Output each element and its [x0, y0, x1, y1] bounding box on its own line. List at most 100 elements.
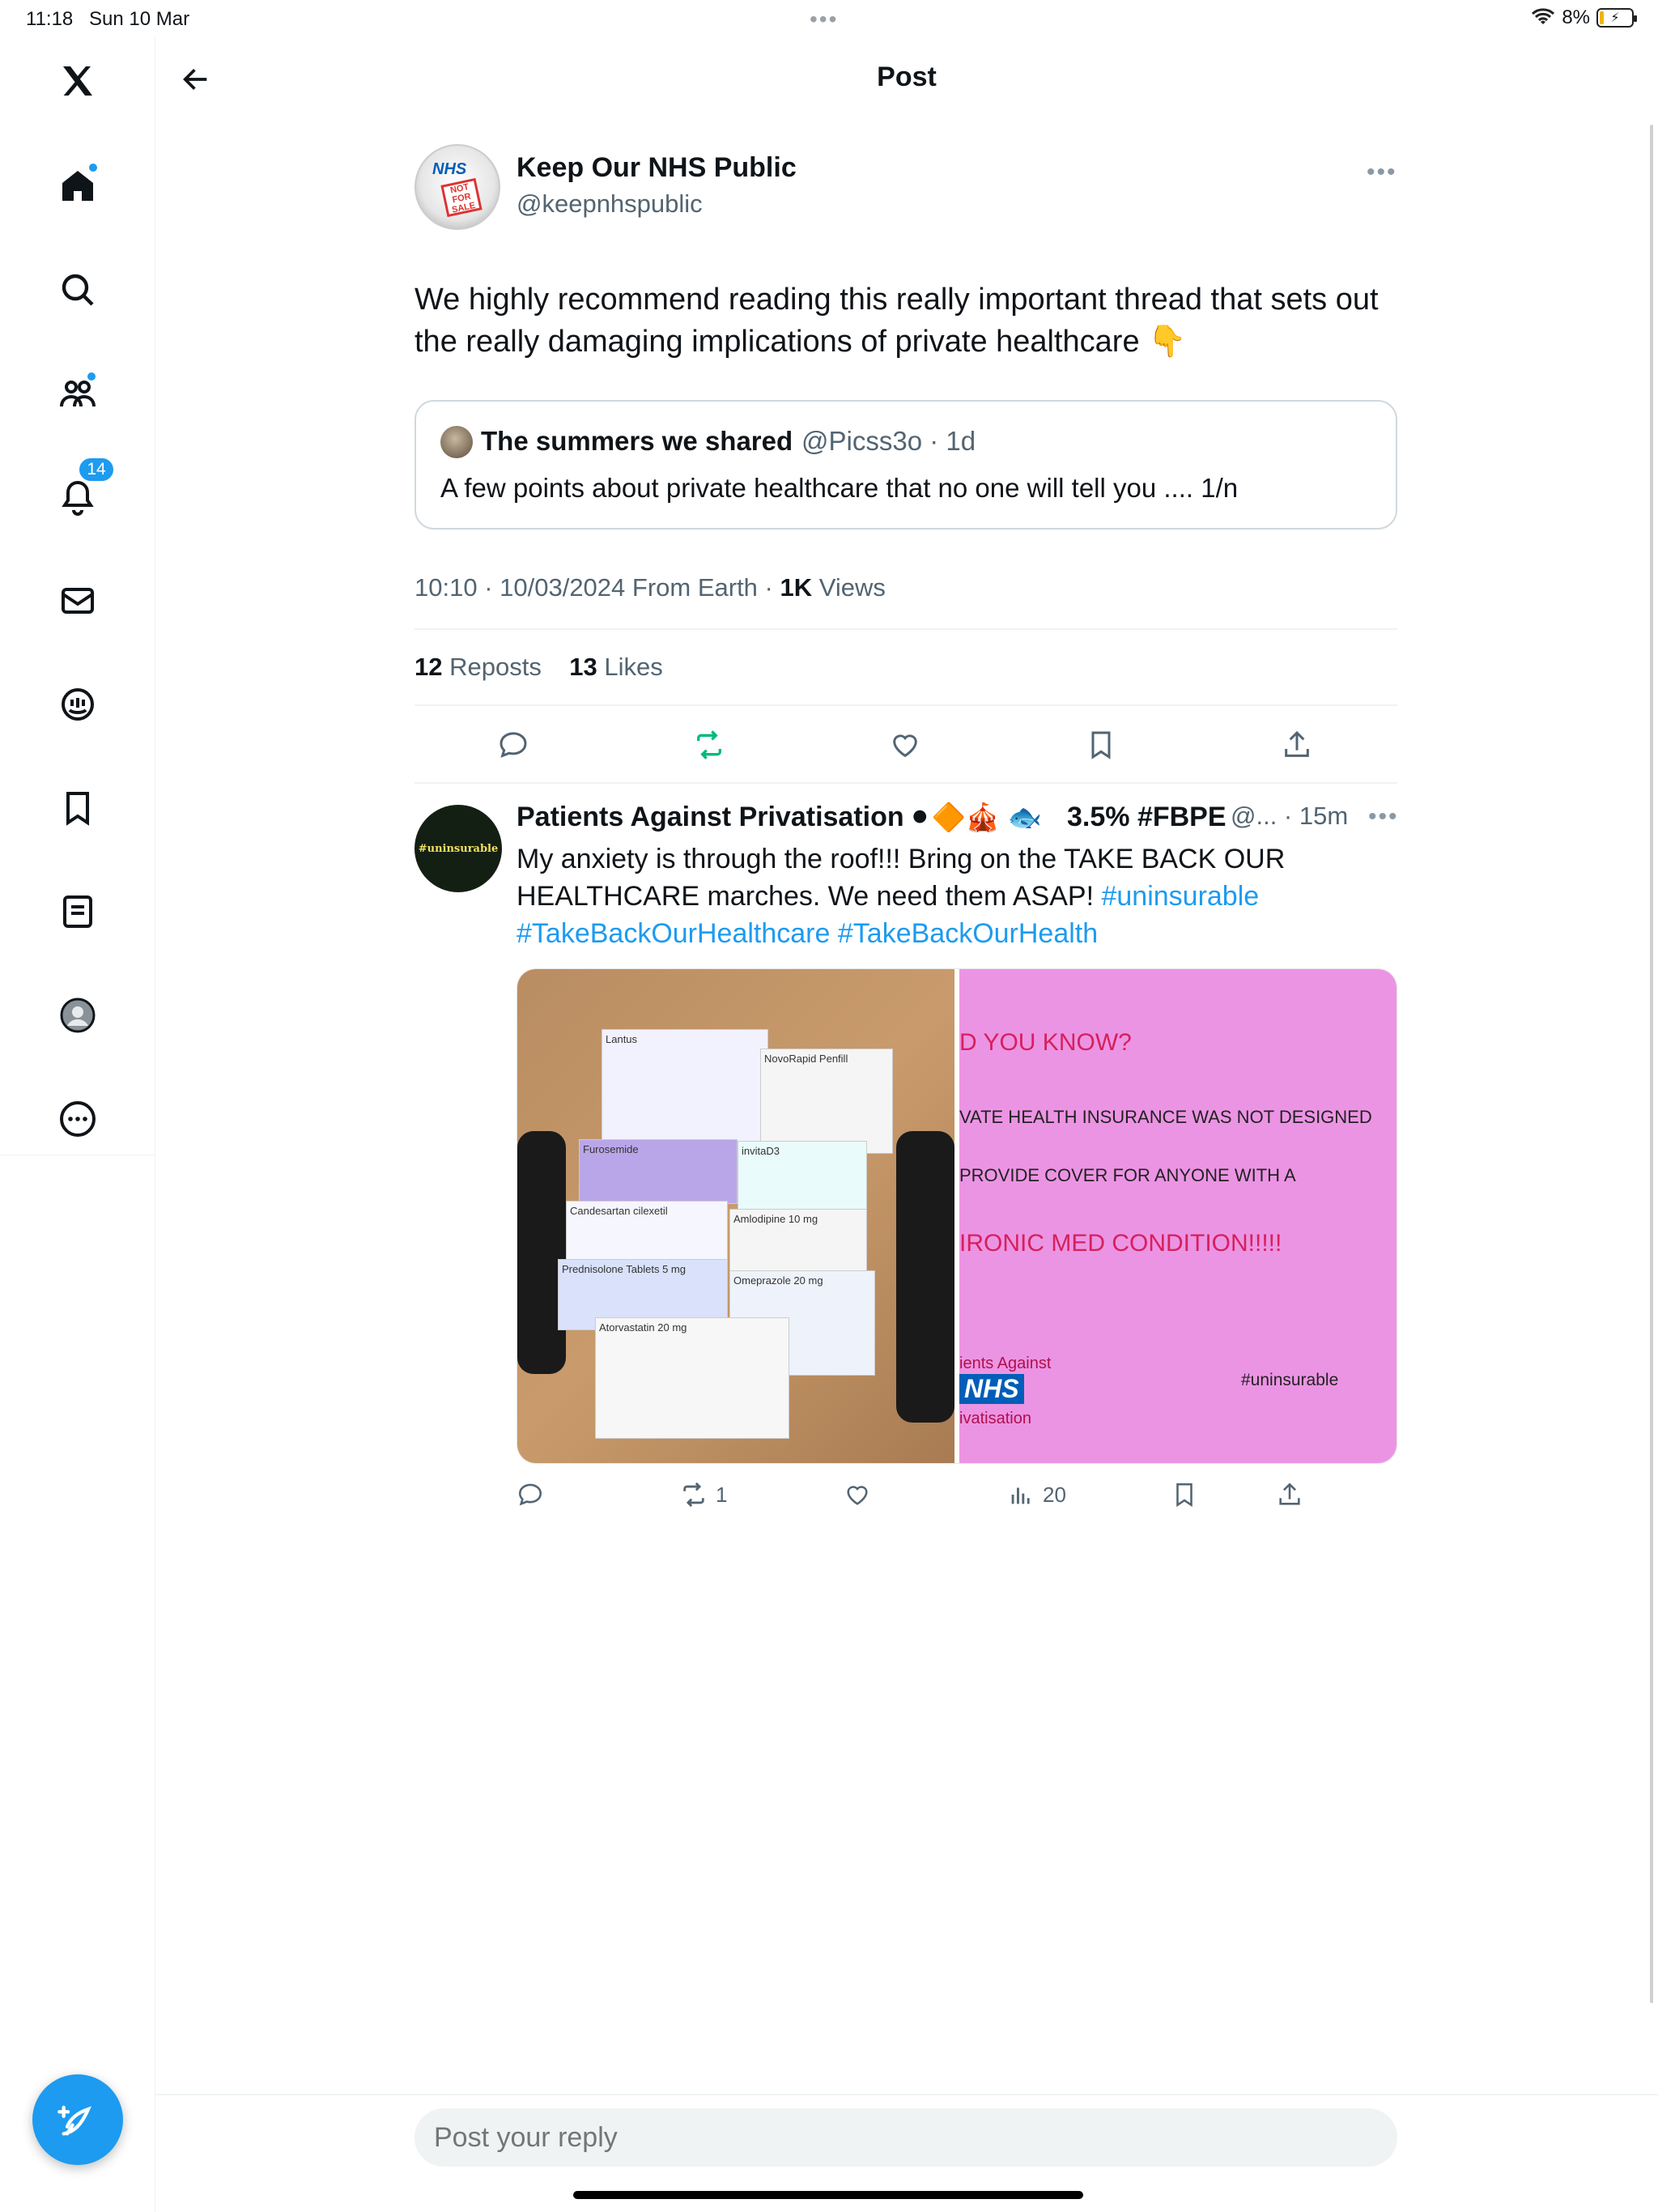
medicine-box: Lantus — [602, 1029, 768, 1142]
search-icon[interactable] — [53, 266, 102, 314]
graphic-line: PROVIDE COVER FOR ANYONE WITH A — [959, 1165, 1296, 1185]
reply-bubble-icon — [500, 732, 527, 758]
x-logo-icon[interactable] — [53, 57, 102, 105]
graphic-hashtag: #uninsurable — [1241, 1371, 1339, 1389]
reposts-stat[interactable]: 12 Reposts — [414, 653, 542, 681]
arrow-left-icon — [183, 69, 207, 90]
black-pouch — [517, 1131, 566, 1374]
post-meta: 10:10 · 10/03/2024 From Earth · 1K Views — [414, 573, 886, 602]
reply-bookmark-button[interactable] — [1171, 1477, 1198, 1512]
repost-icon — [697, 730, 721, 759]
medicine-box: invitaD3 — [738, 1141, 867, 1215]
reply-avatar-text: #uninsurable — [418, 842, 499, 855]
reply-handle-time[interactable]: @... · 15m — [1231, 802, 1348, 831]
share-button[interactable] — [1273, 721, 1321, 769]
share-upload-icon — [1285, 730, 1309, 757]
repost-count: 1 — [716, 1482, 728, 1507]
multitasking-dots-icon[interactable]: ••• — [810, 6, 838, 32]
heart-icon — [893, 734, 917, 758]
lists-icon[interactable] — [53, 887, 102, 936]
grok-icon[interactable] — [53, 680, 102, 729]
medicine-box: NovoRapid Penfill — [760, 1049, 893, 1154]
status-indicators: 8% ⚡ — [1531, 6, 1637, 29]
status-date: Sun 10 Mar — [89, 8, 190, 30]
reply-input[interactable] — [414, 2108, 1397, 2167]
graphic-line: IRONIC MED CONDITION!!!!! — [959, 1230, 1282, 1257]
avatar-nhs-logo: NHS — [432, 160, 467, 178]
reply-more-icon[interactable]: ••• — [1368, 803, 1399, 831]
divider — [414, 704, 1397, 706]
scrollbar[interactable] — [1650, 125, 1653, 2003]
reply-like-button[interactable] — [844, 1477, 871, 1512]
medicine-box: Atorvastatin 20 mg — [595, 1317, 789, 1439]
avatar-stamp: NOT FOR SALE — [440, 177, 483, 218]
compose-post-button[interactable] — [32, 2074, 123, 2165]
hashtag-link[interactable]: #uninsurable — [1101, 881, 1259, 912]
uninsurable-graphic[interactable]: D YOU KNOW? VATE HEALTH INSURANCE WAS NO… — [959, 969, 1397, 1463]
graphic-line: VATE HEALTH INSURANCE WAS NOT DESIGNED — [959, 1107, 1372, 1127]
bookmark-button[interactable] — [1077, 721, 1125, 769]
reply-bar-divider — [155, 2094, 1658, 2095]
share-upload-icon — [1279, 1482, 1300, 1505]
divider — [414, 782, 1397, 784]
back-button[interactable] — [173, 57, 219, 102]
quote-avatar — [440, 426, 473, 458]
post-stats: 12 Reposts 13 Likes — [414, 653, 663, 682]
repost-icon — [683, 1482, 704, 1508]
reply-button[interactable] — [489, 721, 538, 769]
reply-author-name[interactable]: Patients Against Privatisation — [517, 802, 904, 833]
views-count: 1K — [780, 573, 813, 602]
author-avatar[interactable]: NHS NOT FOR SALE — [414, 144, 500, 230]
home-indicator[interactable] — [573, 2191, 1083, 2199]
bookmarks-icon[interactable] — [53, 784, 102, 832]
like-button[interactable] — [881, 721, 929, 769]
status-bar: 11:18 Sun 10 Mar ••• 8% ⚡ — [0, 0, 1658, 37]
reply-media[interactable]: Lantus NovoRapid Penfill Furosemide invi… — [517, 968, 1397, 1464]
hashtag-link[interactable]: #TakeBackOurHealth — [838, 918, 1098, 949]
profile-avatar-icon[interactable] — [53, 991, 102, 1040]
reply-author-tag: 3.5% #FBPE — [1067, 802, 1226, 832]
communities-notification-dot — [86, 371, 97, 382]
more-options-icon[interactable] — [53, 1095, 102, 1143]
reply-repost-button[interactable]: 1 — [680, 1477, 727, 1512]
battery-percent: 8% — [1562, 6, 1590, 28]
views-label: Views — [812, 573, 886, 602]
messages-envelope-icon[interactable] — [53, 576, 102, 625]
reply-author-avatar[interactable]: #uninsurable — [414, 805, 502, 892]
home-notification-dot — [87, 162, 99, 173]
reply-views-button[interactable]: 20 — [1007, 1477, 1066, 1512]
graphic-line: D YOU KNOW? — [959, 1029, 1132, 1056]
quote-author-name: The summers we shared — [481, 426, 793, 456]
reply-author-emojis: ⚫🔶🎪 🐟 — [908, 802, 1042, 833]
likes-stat[interactable]: 13 Likes — [569, 653, 662, 681]
black-pouch — [896, 1131, 954, 1423]
medication-photo[interactable]: Lantus NovoRapid Penfill Furosemide invi… — [517, 969, 954, 1463]
reply-share-button[interactable] — [1276, 1477, 1303, 1512]
views-count: 20 — [1043, 1482, 1066, 1507]
hashtag-link[interactable]: #TakeBackOurHealthcare — [517, 918, 830, 949]
quoted-post[interactable]: The summers we shared @Picss3o · 1d A fe… — [414, 400, 1397, 530]
home-icon[interactable] — [53, 162, 102, 211]
reply-bubble-icon — [518, 1483, 542, 1506]
quote-handle-time: @Picss3o · 1d — [801, 426, 976, 456]
bookmark-icon — [1176, 1482, 1192, 1508]
nhs-logo: NHS — [959, 1374, 1024, 1404]
heart-icon — [847, 1486, 868, 1505]
author-handle[interactable]: @keepnhspublic — [517, 189, 703, 219]
sidebar-nav: 14 — [0, 37, 155, 2212]
graphic-footer: ients Against — [959, 1355, 1052, 1372]
analytics-bars-icon — [1011, 1487, 1030, 1504]
communities-icon[interactable] — [53, 369, 102, 418]
repost-button[interactable] — [685, 721, 733, 769]
quote-text: A few points about private healthcare th… — [440, 473, 1239, 503]
reply-text: My anxiety is through the roof!!! Bring … — [517, 844, 1286, 949]
reply-reply-button[interactable] — [517, 1477, 544, 1512]
author-name[interactable]: Keep Our NHS Public — [517, 152, 797, 184]
medicine-box: Candesartan cilexetil — [566, 1201, 728, 1266]
compose-feather-icon — [57, 2105, 91, 2136]
post-timestamp[interactable]: 10:10 · 10/03/2024 From Earth · — [414, 573, 780, 602]
divider — [414, 628, 1397, 630]
wifi-icon — [1532, 8, 1555, 24]
post-more-icon[interactable]: ••• — [1367, 159, 1397, 186]
graphic-footer: ivatisation — [959, 1410, 1031, 1427]
